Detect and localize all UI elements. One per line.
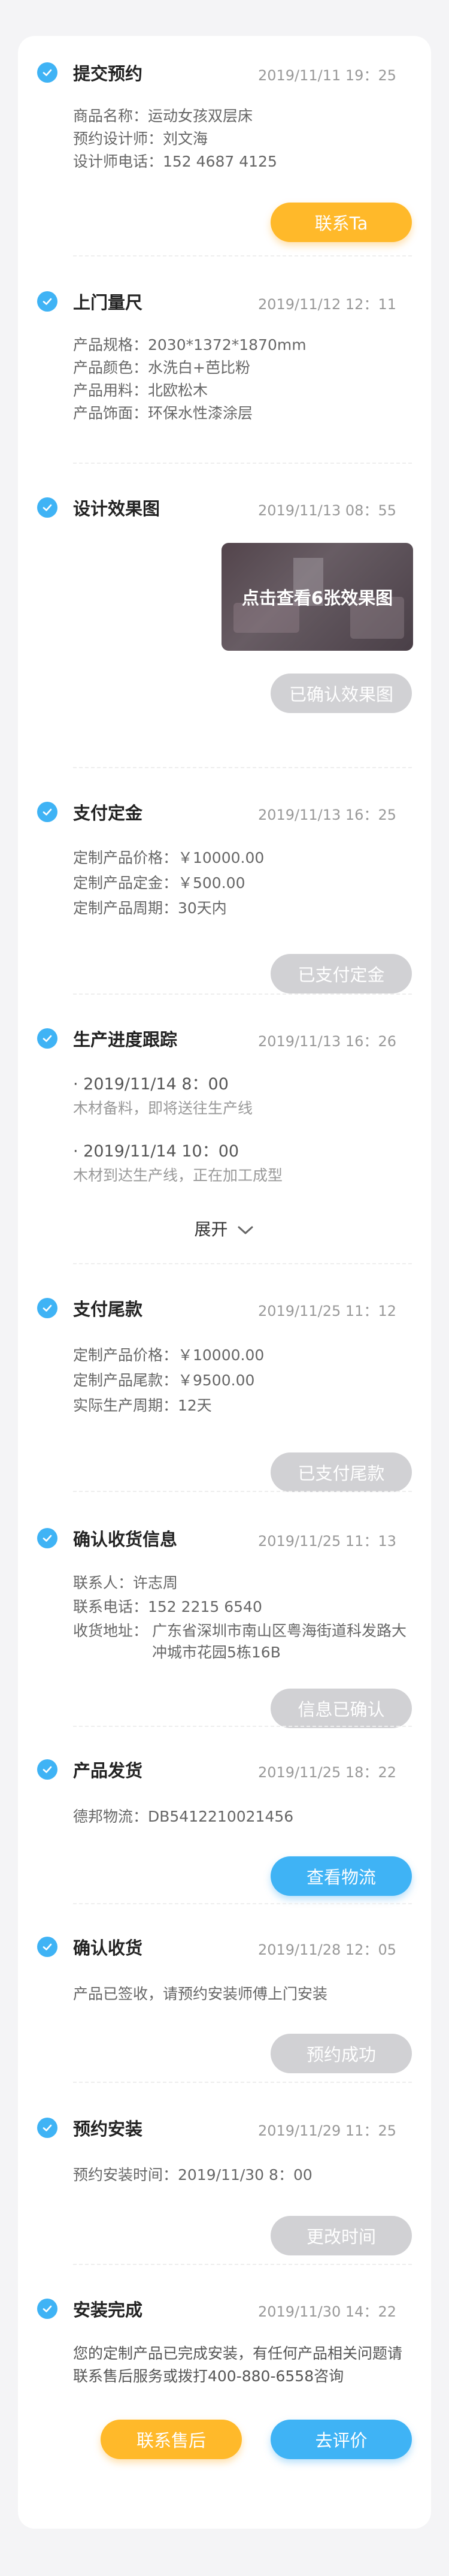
step-title: 支付定金 — [73, 803, 143, 823]
tracking-number: 德邦物流：DB5412210021456 — [73, 1808, 294, 1825]
deposit-amount: 定制产品定金：￥500.00 — [73, 874, 245, 892]
design-confirmed-button[interactable]: 已确认效果图 — [271, 674, 412, 713]
check-circle-icon — [37, 2118, 57, 2138]
address-value: 广东省深圳市南山区粤海街道科发路大冲城市花园5栋16B — [152, 1622, 407, 1661]
step-title: 生产进度跟踪 — [73, 1029, 178, 1050]
divider — [73, 1491, 412, 1492]
review-button[interactable]: 去评价 — [271, 2420, 412, 2459]
progress-entry-time: · 2019/11/14 8：00 — [73, 1075, 229, 1094]
progress-entry-time: · 2019/11/14 10：00 — [73, 1142, 239, 1161]
balance-paid-button[interactable]: 已支付尾款 — [271, 1452, 412, 1492]
check-circle-icon — [37, 1528, 57, 1548]
step-time: 2019/11/29 11：25 — [257, 2122, 396, 2139]
contact-phone: 联系电话：152 2215 6540 — [73, 1598, 262, 1615]
step-time: 2019/11/25 11：12 — [257, 1303, 396, 1319]
step-time: 2019/11/28 12：05 — [257, 1941, 396, 1958]
product-name: 商品名称：运动女孩双层床 — [73, 107, 253, 125]
booking-success-button[interactable]: 预约成功 — [271, 2034, 412, 2073]
divider — [73, 1263, 412, 1264]
step-title: 确认收货信息 — [73, 1529, 178, 1550]
step-title: 安装完成 — [73, 2300, 143, 2320]
contact-person: 联系人：许志周 — [73, 1574, 178, 1591]
step-title: 确认收货 — [73, 1938, 143, 1958]
production-period: 定制产品周期：30天内 — [73, 899, 227, 917]
step-time: 2019/11/11 19：25 — [257, 67, 396, 84]
preview-label: 点击查看6张效果图 — [241, 588, 393, 608]
step-time: 2019/11/13 08：55 — [257, 502, 396, 519]
divider — [73, 1726, 412, 1727]
expand-toggle[interactable]: 展开 — [18, 1216, 431, 1240]
order-timeline-card: 提交预约 2019/11/11 19：25 商品名称：运动女孩双层床 预约设计师… — [18, 36, 431, 2529]
divider — [73, 1903, 412, 1904]
design-preview-thumbnail[interactable]: 点击查看6张效果图 — [222, 543, 413, 651]
designer-name: 预约设计师：刘文海 — [73, 130, 208, 147]
step-title: 提交预约 — [73, 64, 143, 84]
install-done-note-line1: 您的定制产品已完成安装，有任何产品相关问题请 — [73, 2345, 403, 2362]
step-time: 2019/11/30 14：22 — [257, 2303, 396, 2320]
designer-phone: 设计师电话：152 4687 4125 — [73, 153, 277, 170]
product-material: 产品用料：北欧松木 — [73, 382, 208, 399]
product-spec: 产品规格：2030*1372*1870mm — [73, 336, 307, 354]
product-price: 定制产品价格：￥10000.00 — [73, 849, 265, 866]
expand-label: 展开 — [194, 1219, 228, 1239]
step-title: 设计效果图 — [73, 499, 160, 519]
received-note: 产品已签收，请预约安装师傅上门安装 — [73, 1985, 328, 2003]
check-circle-icon — [37, 1028, 57, 1049]
deposit-paid-button[interactable]: 已支付定金 — [271, 954, 412, 993]
step-time: 2019/11/13 16：25 — [257, 807, 396, 823]
actual-period: 实际生产周期：12天 — [73, 1397, 212, 1414]
step-time: 2019/11/25 18：22 — [257, 1764, 396, 1781]
contact-designer-button[interactable]: 联系Ta — [271, 203, 412, 242]
step-time: 2019/11/25 11：13 — [257, 1533, 396, 1550]
check-circle-icon — [37, 62, 57, 83]
divider — [73, 767, 412, 768]
view-logistics-button[interactable]: 查看物流 — [271, 1856, 412, 1896]
chevron-down-icon — [238, 1226, 253, 1234]
product-finish: 产品饰面：环保水性漆涂层 — [73, 404, 253, 422]
step-title: 上门量尺 — [73, 292, 143, 313]
progress-entry-desc: 木材到达生产线，正在加工成型 — [73, 1167, 283, 1184]
divider — [73, 2264, 412, 2265]
step-title: 预约安装 — [73, 2119, 143, 2139]
info-confirmed-button[interactable]: 信息已确认 — [271, 1689, 412, 1728]
check-circle-icon — [37, 1759, 57, 1780]
step-time: 2019/11/12 12：11 — [257, 296, 396, 313]
step-title: 支付尾款 — [73, 1299, 143, 1319]
check-circle-icon — [37, 2299, 57, 2319]
check-circle-icon — [37, 497, 57, 518]
step-time: 2019/11/13 16：26 — [257, 1033, 396, 1050]
install-time: 预约安装时间：2019/11/30 8：00 — [73, 2166, 313, 2184]
divider — [73, 2082, 412, 2083]
step-title: 产品发货 — [73, 1760, 143, 1781]
check-circle-icon — [37, 291, 57, 312]
product-price: 定制产品价格：￥10000.00 — [73, 1346, 265, 1364]
divider — [73, 255, 412, 256]
check-circle-icon — [37, 1937, 57, 1957]
check-circle-icon — [37, 802, 57, 822]
address-label: 收货地址： — [73, 1622, 148, 1639]
change-time-button[interactable]: 更改时间 — [271, 2216, 412, 2255]
product-color: 产品颜色：水洗白+芭比粉 — [73, 359, 250, 376]
check-circle-icon — [37, 1298, 57, 1318]
contact-service-button[interactable]: 联系售后 — [101, 2420, 242, 2459]
divider — [73, 463, 412, 464]
divider — [73, 993, 412, 995]
progress-entry-desc: 木材备料，即将送往生产线 — [73, 1100, 253, 1117]
balance-amount: 定制产品尾款：￥9500.00 — [73, 1372, 255, 1389]
install-done-note-line2: 联系售后服务或拨打400-880-6558咨询 — [73, 2367, 344, 2385]
